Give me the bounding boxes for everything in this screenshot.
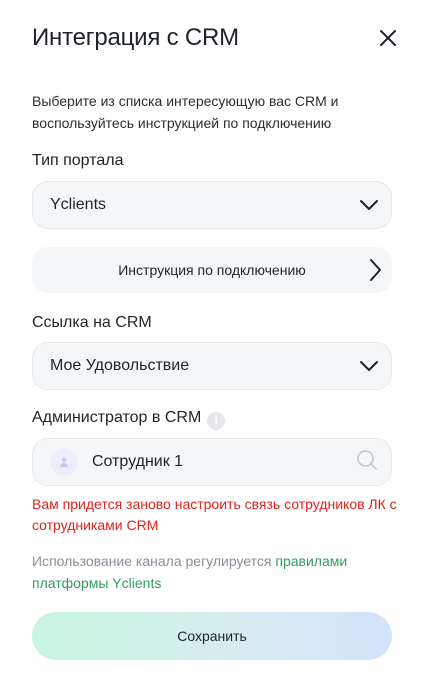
crm-link-value: Мое Удовольствие bbox=[50, 357, 190, 374]
admin-label-text: Администратор в CRM bbox=[32, 409, 202, 426]
portal-type-select[interactable]: Yclients bbox=[32, 181, 392, 229]
portal-type-value: Yclients bbox=[50, 196, 107, 213]
chevron-right-icon bbox=[368, 258, 382, 287]
chevron-down-icon bbox=[357, 354, 381, 378]
crm-integration-dialog: Интеграция с CRM Выберите из списка инте… bbox=[0, 0, 424, 692]
instruction-label: Инструкция по подключению bbox=[118, 262, 306, 278]
dialog-title: Интеграция с CRM bbox=[32, 24, 239, 51]
close-button[interactable] bbox=[374, 24, 402, 52]
admin-search-field[interactable]: Сотрудник 1 bbox=[32, 438, 392, 486]
usage-note: Использование канала регулируется правил… bbox=[32, 550, 392, 594]
close-icon bbox=[380, 30, 396, 46]
search-icon[interactable] bbox=[355, 448, 379, 477]
crm-link-select[interactable]: Мое Удовольствие bbox=[32, 342, 392, 390]
info-icon[interactable]: i bbox=[207, 412, 226, 430]
instruction-button[interactable]: Инструкция по подключению bbox=[32, 247, 392, 293]
user-avatar bbox=[50, 448, 78, 476]
dialog-header: Интеграция с CRM bbox=[32, 24, 402, 52]
warning-message: Вам придется заново настроить связь сотр… bbox=[32, 496, 397, 533]
usage-note-text: Использование канала регулируется bbox=[32, 553, 276, 569]
crm-link-label: Ссылка на CRM bbox=[32, 314, 152, 331]
portal-type-label: Тип портала bbox=[32, 152, 124, 169]
chevron-down-icon bbox=[357, 193, 381, 217]
save-button[interactable]: Сохранить bbox=[32, 612, 392, 660]
admin-label: Администратор в CRM i bbox=[32, 409, 226, 430]
admin-value: Сотрудник 1 bbox=[92, 453, 184, 470]
user-icon bbox=[59, 457, 69, 467]
dialog-description: Выберите из списка интересующую вас CRM … bbox=[32, 93, 339, 131]
